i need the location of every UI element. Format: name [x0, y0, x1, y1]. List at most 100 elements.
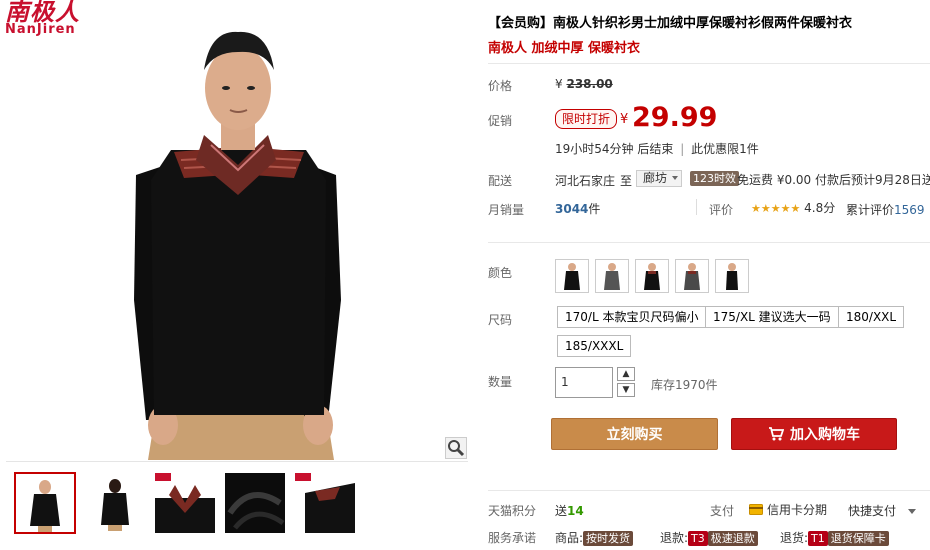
quantity-label: 数量 — [488, 375, 513, 389]
service-goods-label: 商品: — [555, 531, 584, 545]
thumbnail-fleece[interactable] — [224, 472, 286, 534]
product-subtitle: 南极人 加绒中厚 保暖衬衣 — [488, 41, 641, 56]
divider — [488, 490, 930, 491]
thumbnail-strip — [6, 461, 468, 550]
color-swatch-grey-plaid[interactable] — [675, 259, 709, 293]
credit-card-installment[interactable]: 信用卡分期 — [749, 501, 827, 518]
promo-badge: 限时打折 — [555, 109, 618, 129]
magnifier-icon — [448, 440, 465, 457]
points-give: 送 — [555, 504, 568, 518]
sales-count: 3044件 — [555, 200, 600, 217]
thumbnail-detail-image — [295, 473, 355, 533]
zoom-button[interactable] — [445, 437, 467, 459]
add-to-cart-label: 加入购物车 — [790, 427, 860, 443]
product-title: 【会员购】南极人针织衫男士加绒中厚保暖衬衫假两件保暖衬衣 — [488, 16, 853, 31]
quantity-input[interactable]: 1 — [555, 367, 613, 398]
swatch-image — [716, 260, 748, 292]
add-to-cart-button[interactable]: 加入购物车 — [731, 418, 897, 450]
service-refund-tag: 极速退款 — [707, 531, 758, 546]
points-label: 天猫积分 — [488, 504, 537, 518]
service-return-label: 退货: — [780, 531, 809, 545]
review-total-label: 累计评价 — [846, 203, 895, 217]
original-price: ¥ 238.00 — [555, 77, 613, 91]
promo-limit: 此优惠限1件 — [691, 142, 759, 156]
promo-price: 29.99 — [632, 102, 718, 133]
divider — [488, 242, 930, 243]
shipping-to-word: 至 — [620, 174, 633, 188]
size-option-180[interactable]: 180/XXL — [838, 306, 905, 328]
service-refund-label: 退款: — [660, 531, 689, 545]
sales-count-unit: 件 — [588, 202, 601, 216]
size-option-185[interactable]: 185/XXXL — [557, 335, 632, 357]
review-rating: ★★★★★ 4.8分 — [751, 199, 835, 216]
service-goods: 商品: 按时发货 — [555, 529, 634, 546]
model-photo — [6, 0, 468, 460]
brand-logo: 南极人 NanJiren — [5, 0, 115, 38]
size-option-170[interactable]: 170/L 本款宝贝尺码偏小 — [557, 306, 707, 328]
swatch-image — [636, 260, 668, 292]
chevron-down-icon — [672, 176, 678, 180]
star-icon: ★★★★★ — [751, 202, 801, 215]
color-swatch-grey[interactable] — [595, 259, 629, 293]
divider — [488, 63, 930, 64]
review-total-count: 1569 — [894, 203, 925, 217]
size-label: 尺码 — [488, 313, 513, 327]
product-gallery: 南极人 NanJiren — [0, 0, 468, 550]
thumbnail-back[interactable] — [84, 472, 146, 534]
brand-logo-en: NanJiren — [5, 22, 76, 37]
color-label: 颜色 — [488, 266, 513, 280]
buy-now-button[interactable]: 立刻购买 — [551, 418, 718, 450]
thumbnail-fleece-image — [225, 473, 285, 533]
quantity-increase-button[interactable]: ▲ — [617, 367, 635, 381]
service-label: 服务承诺 — [488, 531, 537, 545]
points-number: 14 — [567, 504, 584, 518]
points-value: 送14 — [555, 502, 584, 519]
divider — [696, 199, 697, 215]
shipping-destination-select[interactable]: 廊坊 — [636, 170, 682, 187]
color-swatch-black-2[interactable] — [715, 259, 749, 293]
credit-card-label: 信用卡分期 — [767, 503, 828, 517]
promo-separator: | — [680, 142, 685, 156]
shipping-fee: 免运费 ¥0.00 付款后预计9月28日送达 — [737, 173, 930, 187]
thumbnail-front[interactable] — [14, 472, 76, 534]
review-total-link[interactable]: 累计评价1569 — [846, 201, 925, 218]
brand-logo-cn: 南极人 — [5, 0, 80, 26]
service-refund: 退款: T3 极速退款 — [660, 529, 758, 546]
service-return: 退货: T1 退货保障卡 — [780, 529, 889, 546]
service-return-tag: 退货保障卡 — [827, 531, 889, 546]
cart-icon — [769, 427, 785, 441]
sales-count-value: 3044 — [555, 202, 589, 216]
swatch-image — [556, 260, 588, 292]
color-swatch-black[interactable] — [555, 259, 589, 293]
payment-label: 支付 — [710, 504, 735, 518]
promo-timer: 19小时54分钟 后结束 | 此优惠限1件 — [555, 140, 759, 157]
shipping-from: 河北石家庄 — [555, 174, 616, 188]
thumbnail-front-image — [16, 474, 74, 532]
shipping-label: 配送 — [488, 174, 513, 188]
quick-pay-select[interactable]: 快捷支付 — [848, 502, 916, 519]
sales-label: 月销量 — [488, 203, 525, 217]
stock-count: 库存1970件 — [651, 378, 718, 392]
thumbnail-collar-image — [155, 473, 215, 533]
shipping-destination-value: 廊坊 — [643, 171, 668, 185]
size-option-175[interactable]: 175/XL 建议选大一码 — [705, 306, 839, 328]
credit-card-icon — [749, 504, 763, 515]
thumbnail-back-image — [85, 473, 145, 533]
main-product-image[interactable] — [6, 0, 468, 460]
thumbnail-detail[interactable] — [294, 472, 356, 534]
delivery-speed-tag: 123时效 — [690, 171, 739, 186]
original-price-value: 238.00 — [566, 77, 613, 91]
quick-pay-label: 快捷支付 — [848, 504, 897, 518]
rating-score: 4.8分 — [804, 201, 836, 215]
quantity-decrease-button[interactable]: ▼ — [617, 383, 635, 397]
service-goods-tag: 按时发货 — [583, 531, 634, 546]
original-price-currency: ¥ — [555, 77, 563, 91]
color-swatch-black-plaid[interactable] — [635, 259, 669, 293]
promo-currency: ¥ — [620, 112, 629, 127]
chevron-down-icon — [907, 509, 916, 514]
swatch-image — [676, 260, 708, 292]
review-label: 评价 — [709, 203, 734, 217]
service-return-badge: T1 — [808, 531, 828, 546]
service-refund-badge: T3 — [688, 531, 708, 546]
thumbnail-collar[interactable] — [154, 472, 216, 534]
